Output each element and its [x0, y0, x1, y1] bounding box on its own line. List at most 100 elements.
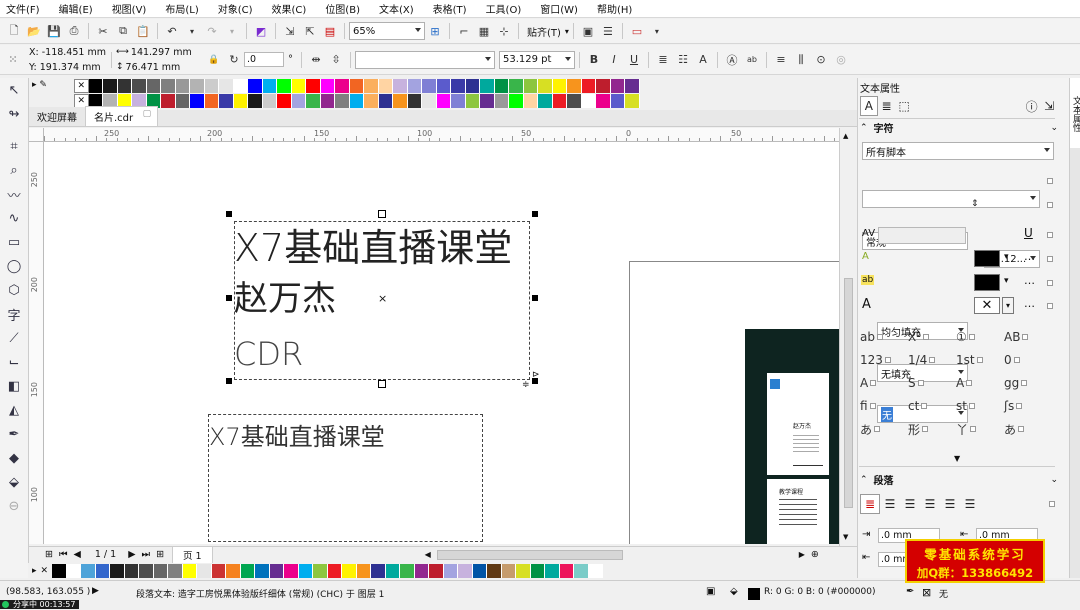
- font-list-docker-combo[interactable]: [862, 190, 1040, 208]
- color-swatch[interactable]: [313, 563, 328, 578]
- color-swatch[interactable]: [516, 563, 531, 578]
- color-swatch[interactable]: [465, 94, 480, 108]
- feature-checkbox[interactable]: [884, 357, 891, 363]
- color-swatch[interactable]: [538, 79, 553, 93]
- freehand-tool-icon[interactable]: 〰: [0, 182, 28, 206]
- feature-checkbox[interactable]: [1021, 380, 1028, 386]
- alignment-checkbox[interactable]: [1049, 501, 1055, 507]
- color-swatch[interactable]: [335, 79, 350, 93]
- fill-color-dropdown-icon[interactable]: ▾: [1004, 252, 1009, 262]
- opentype-feature[interactable]: A: [956, 373, 1004, 393]
- color-swatch[interactable]: [523, 94, 538, 108]
- color-swatch[interactable]: [190, 79, 205, 93]
- undo-icon[interactable]: ↶: [163, 22, 181, 40]
- color-swatch[interactable]: [538, 94, 553, 108]
- color-swatch[interactable]: [255, 563, 270, 578]
- frame-tab-icon[interactable]: ⬚: [895, 96, 913, 116]
- align-center-icon[interactable]: ☰: [900, 494, 920, 514]
- eyedropper-tool-icon[interactable]: ✒: [0, 422, 28, 446]
- color-swatch[interactable]: [103, 79, 118, 93]
- full-screen-icon[interactable]: ⊞: [426, 22, 444, 40]
- color-swatch[interactable]: [262, 94, 277, 108]
- color-swatch[interactable]: [436, 94, 451, 108]
- scroll-right-icon[interactable]: ▶: [799, 550, 805, 559]
- scroll-up-icon[interactable]: ▲: [843, 132, 848, 140]
- menu-item[interactable]: 文本(X): [379, 1, 414, 16]
- color-swatch[interactable]: [248, 79, 263, 93]
- kerning-field[interactable]: [878, 227, 966, 244]
- scroll-down-icon[interactable]: ▼: [843, 533, 848, 541]
- overprint-icon[interactable]: ⊙: [812, 51, 830, 69]
- rectangle-tool-icon[interactable]: ▭: [0, 230, 28, 254]
- paragraph-text-selected[interactable]: X7基础直播课堂 赵万杰 CDR: [234, 221, 512, 375]
- drop-shadow-tool-icon[interactable]: ◧: [0, 374, 28, 398]
- color-swatch[interactable]: [509, 79, 524, 93]
- color-swatch[interactable]: [291, 79, 306, 93]
- feature-checkbox[interactable]: [968, 403, 975, 409]
- no-color-swatch[interactable]: ✕: [74, 79, 89, 93]
- x-position-field[interactable]: X: -118.451 mm: [27, 45, 107, 60]
- color-swatch[interactable]: [219, 94, 234, 108]
- vertical-text-icon[interactable]: ⫼: [792, 51, 810, 69]
- welcome-screen-icon[interactable]: ▭: [628, 22, 646, 40]
- side-tab-text-properties[interactable]: 文本属性: [1070, 78, 1080, 148]
- first-page-icon[interactable]: ⏮: [59, 549, 68, 560]
- expand-features-icon[interactable]: ▼: [954, 454, 960, 463]
- color-swatch[interactable]: [364, 79, 379, 93]
- color-swatch[interactable]: [378, 94, 393, 108]
- color-swatch[interactable]: [211, 563, 227, 578]
- color-swatch[interactable]: [545, 563, 560, 578]
- business-card-preview[interactable]: 赵万杰 教学课程: [745, 329, 839, 544]
- vertical-scrollbar[interactable]: ▲ ▼: [839, 128, 856, 546]
- opentype-feature[interactable]: ct: [908, 396, 956, 416]
- tab-welcome-screen[interactable]: 欢迎屏幕: [29, 107, 85, 126]
- color-swatch[interactable]: [168, 563, 183, 578]
- color-swatch[interactable]: [567, 79, 582, 93]
- text-align-icon[interactable]: ≣: [654, 51, 672, 69]
- opentype-feature[interactable]: 丫: [956, 419, 1004, 439]
- vertical-ruler[interactable]: 250 200 150 100: [29, 142, 44, 544]
- page-tab[interactable]: 页 1: [172, 545, 213, 564]
- color-swatch[interactable]: [284, 563, 299, 578]
- opentype-feature[interactable]: fi: [860, 396, 908, 416]
- rotation-angle-field[interactable]: .0: [244, 52, 284, 67]
- undo-dropdown-icon[interactable]: ▾: [183, 22, 201, 40]
- feature-checkbox[interactable]: [929, 357, 936, 363]
- color-swatch[interactable]: [161, 79, 176, 93]
- color-swatch[interactable]: [610, 79, 625, 93]
- selection-handle[interactable]: [532, 211, 538, 217]
- color-swatch[interactable]: [240, 563, 256, 578]
- italic-icon[interactable]: I: [605, 51, 623, 69]
- color-swatch[interactable]: [190, 94, 205, 108]
- color-swatch[interactable]: [356, 563, 372, 578]
- selection-handle[interactable]: [226, 295, 232, 301]
- color-swatch[interactable]: [407, 79, 422, 93]
- more-options-icon[interactable]: ◎: [832, 51, 850, 69]
- docker-options-icon[interactable]: ⇲: [1040, 96, 1058, 116]
- selection-handle[interactable]: [532, 295, 538, 301]
- transparency-tool-icon[interactable]: ◭: [0, 398, 28, 422]
- color-swatch[interactable]: [204, 79, 219, 93]
- opentype-feature[interactable]: gg: [1004, 373, 1052, 393]
- menu-item[interactable]: 布局(L): [165, 1, 198, 16]
- outline-color-picker[interactable]: ✕: [974, 297, 1000, 314]
- connector-tool-icon[interactable]: ⌙: [0, 350, 28, 374]
- color-swatch[interactable]: [625, 79, 640, 93]
- color-swatch[interactable]: [161, 94, 176, 108]
- menu-item[interactable]: 窗口(W): [540, 1, 578, 16]
- zoom-level-combo[interactable]: 65%: [349, 22, 425, 40]
- feature-checkbox[interactable]: [970, 426, 977, 432]
- color-swatch[interactable]: [480, 79, 495, 93]
- import-icon[interactable]: ⇲: [281, 22, 299, 40]
- no-alignment-icon[interactable]: ≣: [860, 494, 880, 514]
- color-swatch[interactable]: [494, 94, 509, 108]
- underline-icon[interactable]: U: [625, 51, 643, 69]
- color-swatch[interactable]: [378, 79, 393, 93]
- color-swatch[interactable]: [400, 563, 415, 578]
- outline-color-dropdown-icon[interactable]: ▾: [1002, 297, 1014, 314]
- color-swatch[interactable]: [197, 563, 212, 578]
- color-swatch[interactable]: [219, 79, 234, 93]
- color-swatch[interactable]: [596, 79, 611, 93]
- parallel-dimension-tool-icon[interactable]: ⟋: [0, 326, 28, 350]
- tab-document[interactable]: 名片.cdr ▢: [85, 106, 159, 126]
